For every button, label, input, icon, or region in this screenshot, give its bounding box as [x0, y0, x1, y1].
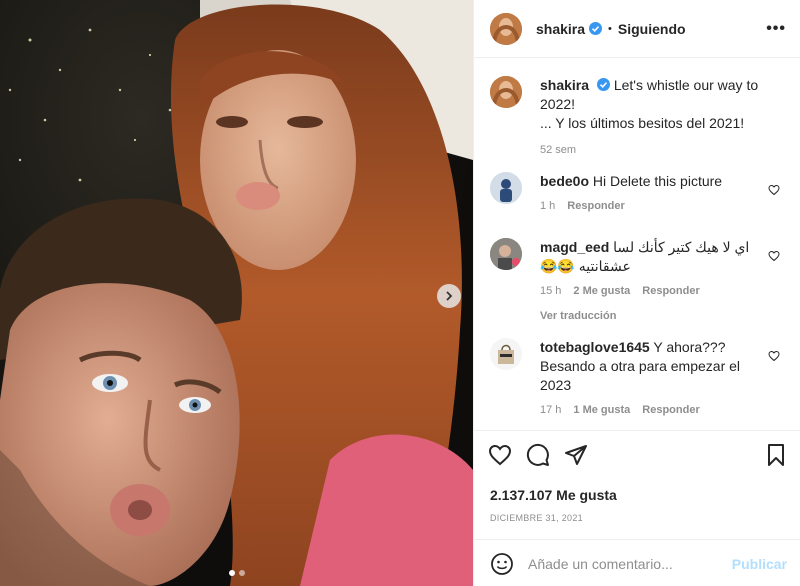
share-paper-plane-icon[interactable]: [564, 443, 588, 467]
comment-likes-count[interactable]: 2 Me gusta: [573, 282, 630, 301]
comment-username[interactable]: totebaglove1645: [540, 339, 650, 355]
reply-button[interactable]: Responder: [567, 197, 624, 216]
chevron-right-icon: [446, 291, 453, 301]
verified-badge-icon: [596, 78, 610, 91]
profile-photo-image: [490, 76, 522, 108]
post-author-username[interactable]: shakira: [536, 21, 585, 37]
avatar[interactable]: [490, 338, 522, 370]
caption-text-line2: ... Y los últimos besitos del 2021!: [540, 115, 745, 131]
comment-time: 1 h: [540, 200, 556, 212]
post-date: DICIEMBRE 31, 2021: [490, 513, 583, 523]
comment-time: 15 h: [540, 285, 562, 297]
separator-dot: •: [608, 22, 612, 35]
carousel-dot-active: [228, 570, 235, 576]
next-photo-button[interactable]: [437, 284, 461, 308]
add-comment-input[interactable]: [528, 556, 732, 572]
caption-username[interactable]: shakira: [540, 77, 589, 93]
more-options-button[interactable]: •••: [766, 20, 786, 38]
save-bookmark-icon[interactable]: [765, 443, 787, 467]
like-comment-heart-icon[interactable]: [768, 184, 780, 196]
avatar[interactable]: [490, 76, 522, 108]
post-side-panel: shakira • Siguiendo ••• shakira Let's wh…: [473, 0, 800, 586]
comment-username[interactable]: bede0o: [540, 173, 589, 189]
avatar[interactable]: [490, 172, 522, 204]
add-comment-bar: Publicar: [474, 539, 800, 586]
comment-likes-count[interactable]: 1 Me gusta: [573, 401, 630, 420]
post-photo[interactable]: [0, 0, 473, 586]
comment-item: bede0o Hi Delete this picture 1 h Respon…: [490, 172, 790, 216]
carousel-dot: [238, 570, 245, 576]
reply-button[interactable]: Responder: [642, 282, 699, 301]
following-button[interactable]: Siguiendo: [618, 21, 686, 37]
avatar[interactable]: [490, 238, 522, 270]
action-icons: [488, 443, 588, 467]
commenter-photo-image: [490, 238, 522, 270]
see-translation-link[interactable]: Ver traducción: [540, 307, 760, 326]
comment-username[interactable]: magd_eed: [540, 239, 609, 255]
comment-item: magd_eed اي لا هيك كتير كأنك لسا عشقانتي…: [490, 238, 790, 326]
profile-photo-image: [490, 12, 522, 45]
like-heart-icon[interactable]: [488, 443, 512, 467]
post-actions-section: 2.137.107 Me gusta DICIEMBRE 31, 2021 Pu…: [474, 430, 800, 586]
selfie-photo-image: [0, 0, 473, 586]
post-header: shakira • Siguiendo •••: [474, 0, 800, 58]
emoji-smiley-icon[interactable]: [490, 552, 514, 576]
avatar[interactable]: [490, 12, 522, 45]
like-comment-heart-icon[interactable]: [768, 350, 780, 362]
instagram-post-view: shakira • Siguiendo ••• shakira Let's wh…: [0, 0, 800, 586]
comment-text: Hi Delete this picture: [592, 173, 723, 189]
likes-count[interactable]: 2.137.107 Me gusta: [490, 487, 617, 503]
comment-time: 17 h: [540, 404, 562, 416]
reply-button[interactable]: Responder: [642, 401, 699, 420]
like-comment-heart-icon[interactable]: [768, 250, 780, 262]
commenter-photo-image: [490, 172, 522, 204]
caption-age: 52 sem: [540, 144, 577, 156]
publish-button[interactable]: Publicar: [732, 556, 787, 572]
tote-bag-image: [490, 338, 522, 370]
post-caption: shakira Let's whistle our way to 2022! .…: [490, 76, 790, 160]
carousel-indicator: [0, 570, 473, 576]
comment-bubble-icon[interactable]: [526, 443, 550, 467]
comment-item: totebaglove1645 Y ahora??? Besando a otr…: [490, 338, 790, 420]
verified-badge-icon: [589, 22, 603, 35]
